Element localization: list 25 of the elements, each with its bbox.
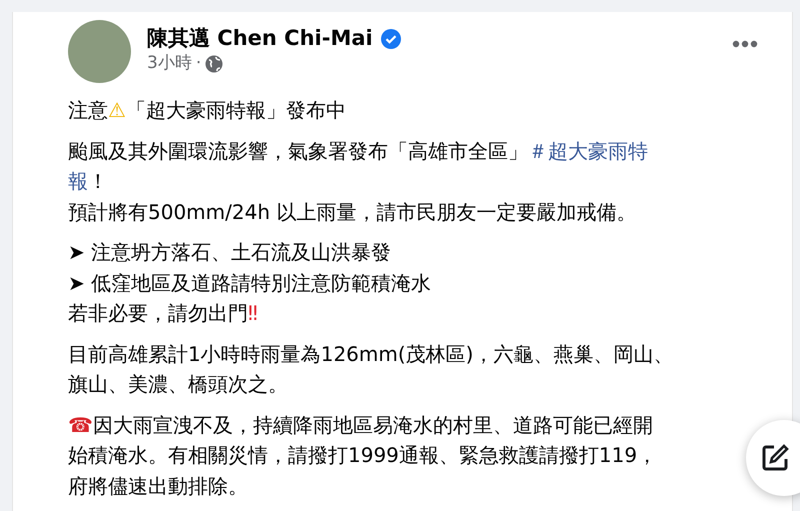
hashtag-link[interactable]: 報 [68,166,88,196]
post-text: 因大雨宣洩不及，持續降雨地區易淹水的村里、道路可能已經開 [92,412,653,438]
more-options-button[interactable] [732,40,758,48]
separator-dot: · [196,52,202,76]
post-text: 府將儘速出動排除。 [68,472,248,500]
globe-icon [205,55,224,74]
post-text: 旗山、美濃、橋頭次之。 [68,371,288,398]
pencil-square-icon [760,443,790,473]
post-text: 注意 [68,97,108,124]
emoji-icon: ‼ [248,298,258,328]
post-text: 颱風及其外圍環流影響，氣象署發布「高雄市全區」 [68,138,528,164]
post-text: 預計將有500mm/24h 以上雨量，請市民朋友一定要嚴加戒備。 [68,198,636,226]
edit-button[interactable] [746,420,800,496]
post-time[interactable]: 3小時 [147,51,192,77]
author-name[interactable]: 陳其邁 Chen Chi-Mai [147,26,373,52]
emoji-icon: ⚠ [108,95,126,126]
post-text: ➤ 注意坍方落石、土石流及山洪暴發 [68,239,392,266]
post-text: ！ [88,168,108,195]
emoji-icon: ☎ [68,410,93,440]
post-text: 目前高雄累計1小時時雨量為126mm(茂林區)，六龜、燕巢、岡山、 [68,340,674,368]
hashtag-link[interactable]: ＃超大豪雨特 [528,136,648,166]
post-text: 始積淹水。有相關災情，請撥打1999通報、緊急救護請撥打119， [68,442,658,469]
post-text: 「超大豪雨特報」發布中 [126,97,346,124]
post-text: 若非必要，請勿出門 [68,300,248,327]
post-text: ➤ 低窪地區及道路請特別注意防範積淹水 [68,270,432,296]
